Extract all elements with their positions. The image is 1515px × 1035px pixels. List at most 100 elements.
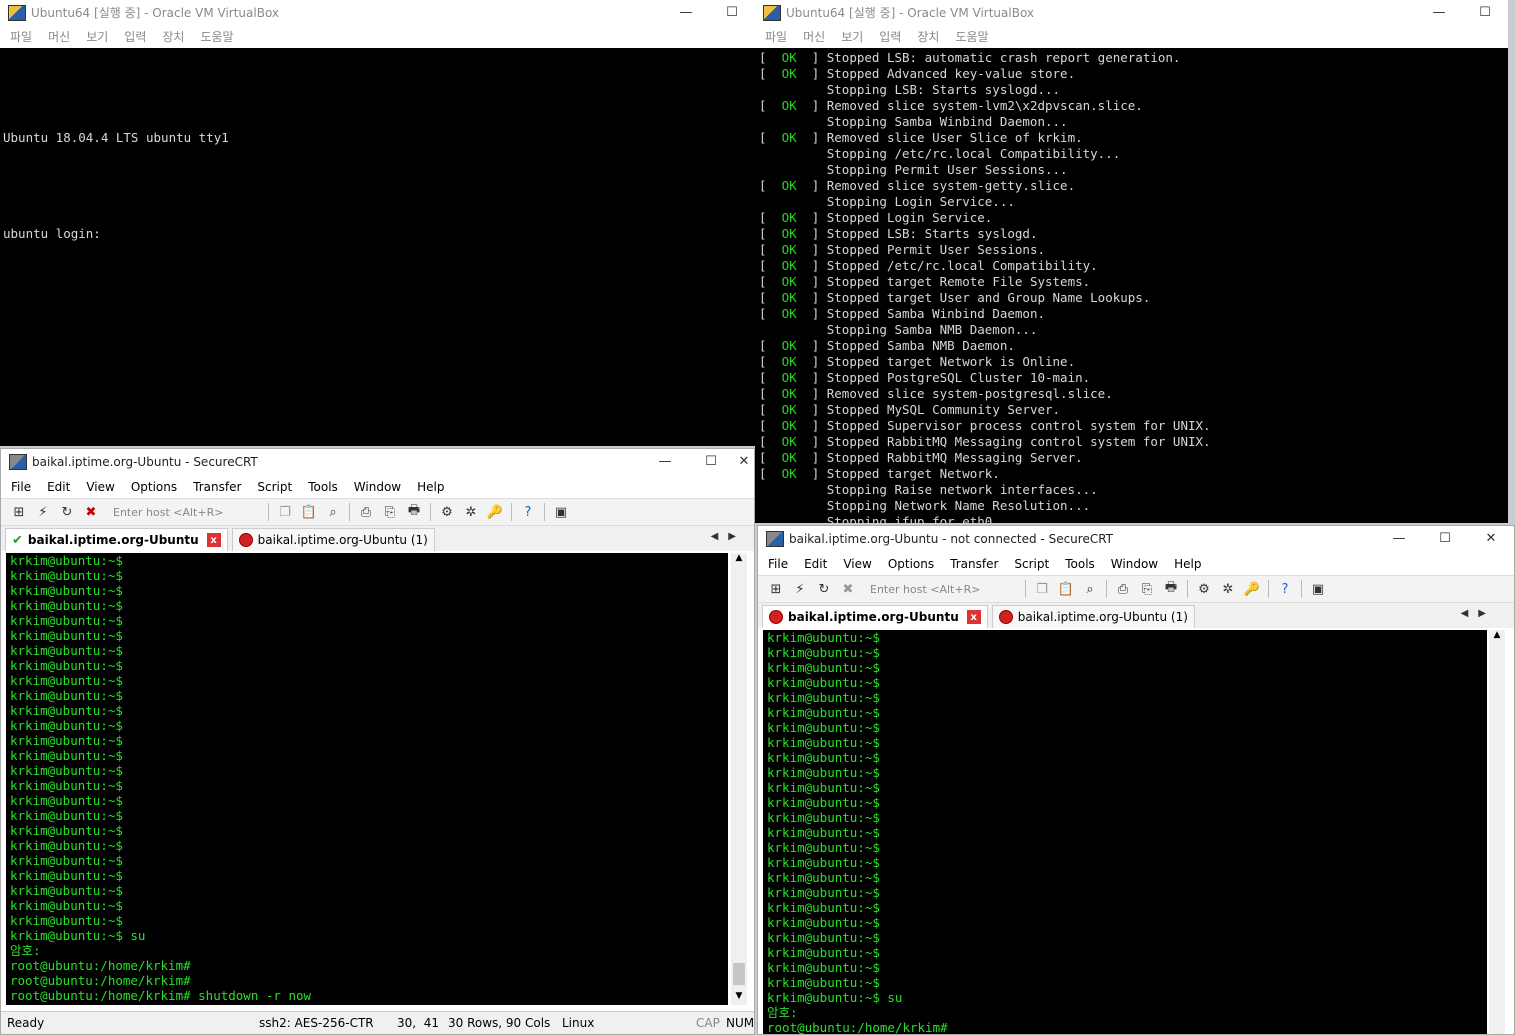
menu-tools[interactable]: Tools: [308, 480, 338, 494]
print-selection-icon[interactable]: ⎘: [1139, 581, 1155, 597]
minimize-button[interactable]: —: [1376, 526, 1422, 551]
menu-bar: 파일 머신 보기 입력 장치 도움말: [0, 25, 755, 47]
maximize-button[interactable]: ☐: [688, 449, 734, 474]
menu-devices[interactable]: 장치: [162, 28, 184, 45]
tab-close-button[interactable]: x: [966, 610, 981, 624]
help-icon[interactable]: ?: [520, 504, 536, 520]
quick-connect-icon[interactable]: ⚡: [35, 504, 51, 520]
menu-edit[interactable]: Edit: [804, 557, 827, 571]
menu-transfer[interactable]: Transfer: [193, 480, 241, 494]
print-icon[interactable]: ⎙: [1115, 581, 1131, 597]
menu-file[interactable]: File: [11, 480, 31, 494]
print-icon[interactable]: ⎙: [358, 504, 374, 520]
title-bar[interactable]: Ubuntu64 [실행 중] - Oracle VM VirtualBox —…: [755, 0, 1508, 25]
print-selection-icon[interactable]: ⎘: [382, 504, 398, 520]
vm-console-screen[interactable]: [ OK ] Stopped LSB: automatic crash repo…: [755, 48, 1508, 523]
terminal-view[interactable]: krkim@ubuntu:~$ krkim@ubuntu:~$ krkim@ubun…: [6, 553, 728, 1005]
menu-help[interactable]: 도움말: [955, 28, 988, 45]
minimize-button[interactable]: —: [1416, 0, 1462, 25]
terminal-line: krkim@ubuntu:~$: [10, 643, 123, 658]
maximize-button[interactable]: ☐: [1462, 0, 1508, 25]
menu-window[interactable]: Window: [354, 480, 401, 494]
menu-tools[interactable]: Tools: [1065, 557, 1095, 571]
printer-icon[interactable]: 🖶: [1163, 580, 1179, 597]
menu-help[interactable]: Help: [417, 480, 444, 494]
menu-view[interactable]: 보기: [841, 28, 863, 45]
disconnect-icon[interactable]: ✖: [840, 581, 856, 597]
minimize-button[interactable]: —: [663, 0, 709, 25]
paste-icon[interactable]: 📋: [301, 504, 317, 520]
menu-machine[interactable]: 머신: [803, 28, 825, 45]
find-icon[interactable]: ⌕: [325, 504, 341, 520]
global-options-icon[interactable]: ✲: [1220, 581, 1236, 597]
maximize-button[interactable]: ☐: [1422, 526, 1468, 551]
menu-script[interactable]: Script: [1014, 557, 1049, 571]
copy-icon[interactable]: ❐: [1034, 581, 1050, 597]
tab-close-button[interactable]: x: [206, 533, 221, 547]
tab-session-2[interactable]: baikal.iptime.org-Ubuntu (1): [991, 605, 1195, 628]
menu-file[interactable]: 파일: [765, 28, 787, 45]
close-button[interactable]: ✕: [1468, 526, 1514, 551]
terminal-view[interactable]: krkim@ubuntu:~$ krkim@ubuntu:~$ krkim@ubun…: [763, 630, 1487, 1034]
tab-session-2[interactable]: baikal.iptime.org-Ubuntu (1): [231, 528, 435, 551]
menu-options[interactable]: Options: [131, 480, 177, 494]
help-icon[interactable]: ?: [1277, 581, 1293, 597]
paste-icon[interactable]: 📋: [1058, 581, 1074, 597]
vertical-scrollbar[interactable]: ▲ ▼: [731, 553, 747, 1005]
scroll-up-arrow[interactable]: ▲: [1489, 630, 1505, 644]
menu-transfer[interactable]: Transfer: [950, 557, 998, 571]
menu-file[interactable]: 파일: [10, 28, 32, 45]
tab-scroll-arrows[interactable]: ◀▶: [1461, 608, 1496, 619]
menu-script[interactable]: Script: [257, 480, 292, 494]
menu-edit[interactable]: Edit: [47, 480, 70, 494]
reconnect-icon[interactable]: ↻: [59, 504, 75, 520]
screen-icon[interactable]: ▣: [553, 504, 569, 520]
title-bar[interactable]: baikal.iptime.org-Ubuntu - SecureCRT — ☐…: [1, 449, 754, 474]
title-bar[interactable]: baikal.iptime.org-Ubuntu - not connected…: [758, 526, 1514, 551]
close-button[interactable]: ✕: [734, 449, 754, 474]
menu-devices[interactable]: 장치: [917, 28, 939, 45]
menu-machine[interactable]: 머신: [48, 28, 70, 45]
minimize-button[interactable]: —: [642, 449, 688, 474]
reconnect-icon[interactable]: ↻: [816, 581, 832, 597]
vertical-scrollbar[interactable]: ▲: [1489, 630, 1505, 1034]
menu-view[interactable]: View: [843, 557, 871, 571]
host-input[interactable]: Enter host <Alt+R>: [109, 503, 258, 521]
vm-console-screen[interactable]: Ubuntu 18.04.4 LTS ubuntu tty1 ubuntu lo…: [0, 48, 755, 446]
tab-session-1[interactable]: baikal.iptime.org-Ubuntu x: [762, 605, 988, 628]
tab-scroll-arrows[interactable]: ◀▶: [711, 531, 746, 542]
tab-label: baikal.iptime.org-Ubuntu (1): [257, 533, 428, 547]
boot-status: [ OK ]: [759, 50, 827, 65]
menu-view[interactable]: View: [86, 480, 114, 494]
menu-help[interactable]: 도움말: [200, 28, 233, 45]
find-icon[interactable]: ⌕: [1082, 581, 1098, 597]
disconnect-icon[interactable]: ✖: [83, 504, 99, 520]
title-bar[interactable]: Ubuntu64 [실행 중] - Oracle VM VirtualBox —…: [0, 0, 755, 25]
menu-options[interactable]: Options: [888, 557, 934, 571]
menu-input[interactable]: 입력: [124, 28, 146, 45]
toolbar-separator: [511, 503, 512, 521]
tab-session-1[interactable]: ✔ baikal.iptime.org-Ubuntu x: [5, 528, 228, 551]
scroll-up-arrow[interactable]: ▲: [731, 553, 747, 567]
session-options-icon[interactable]: ⚙: [439, 504, 455, 520]
printer-icon[interactable]: 🖶: [406, 503, 422, 520]
menu-file[interactable]: File: [768, 557, 788, 571]
menu-window[interactable]: Window: [1111, 557, 1158, 571]
menu-input[interactable]: 입력: [879, 28, 901, 45]
session-options-icon[interactable]: ⚙: [1196, 581, 1212, 597]
menu-view[interactable]: 보기: [86, 28, 108, 45]
host-input[interactable]: Enter host <Alt+R>: [866, 580, 1015, 598]
virtualbox-icon: [763, 4, 781, 21]
menu-help[interactable]: Help: [1174, 557, 1201, 571]
maximize-button[interactable]: ☐: [709, 0, 755, 25]
copy-icon[interactable]: ❐: [277, 504, 293, 520]
connect-icon[interactable]: ⊞: [768, 581, 784, 597]
scroll-thumb[interactable]: [733, 963, 745, 985]
connect-icon[interactable]: ⊞: [11, 504, 27, 520]
global-options-icon[interactable]: ✲: [463, 504, 479, 520]
keymap-icon[interactable]: 🔑: [1244, 581, 1260, 597]
quick-connect-icon[interactable]: ⚡: [792, 581, 808, 597]
keymap-icon[interactable]: 🔑: [487, 504, 503, 520]
screen-icon[interactable]: ▣: [1310, 581, 1326, 597]
scroll-down-arrow[interactable]: ▼: [731, 991, 747, 1005]
